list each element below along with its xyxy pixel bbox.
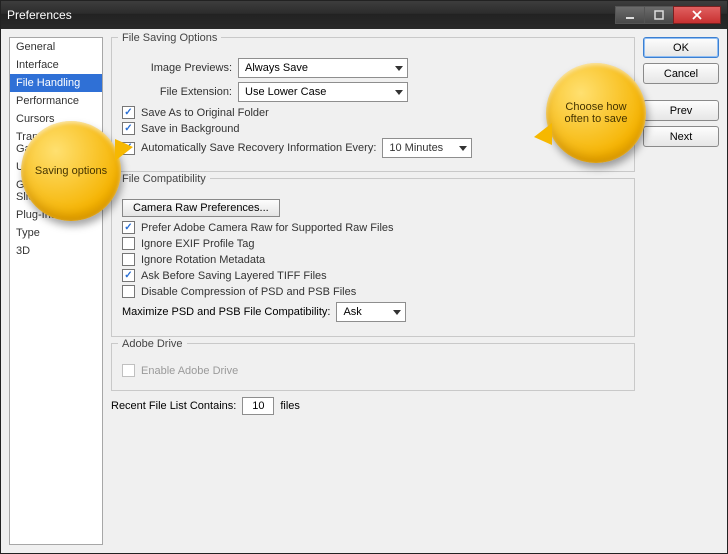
image-previews-select[interactable]: Always Save [238,58,408,78]
callout-choose-interval: Choose how often to save [546,63,646,163]
recent-files-suffix: files [280,400,300,412]
ignore-rotation-checkbox[interactable] [122,253,135,266]
enable-adobe-drive-label: Enable Adobe Drive [141,365,238,377]
chevron-down-icon [395,90,403,95]
ask-tiff-checkbox[interactable] [122,269,135,282]
sidebar-item-3d[interactable]: 3D [10,242,102,260]
recent-files-label: Recent File List Contains: [111,400,236,412]
enable-adobe-drive-checkbox [122,364,135,377]
maximize-compat-select[interactable]: Ask [336,302,406,322]
file-saving-legend: File Saving Options [118,32,221,44]
callout-tail-icon [534,123,552,145]
callout-saving-options: Saving options [21,121,121,221]
ignore-exif-checkbox[interactable] [122,237,135,250]
ignore-rotation-label: Ignore Rotation Metadata [141,254,265,266]
chevron-down-icon [459,146,467,151]
save-background-checkbox[interactable] [122,122,135,135]
save-original-label: Save As to Original Folder [141,107,269,119]
file-compatibility-legend: File Compatibility [118,173,210,185]
camera-raw-prefs-button[interactable]: Camera Raw Preferences... [122,199,280,217]
save-original-checkbox[interactable] [122,106,135,119]
next-button[interactable]: Next [643,126,719,147]
ask-tiff-label: Ask Before Saving Layered TIFF Files [141,270,327,282]
sidebar-item-interface[interactable]: Interface [10,56,102,74]
disable-psd-compression-label: Disable Compression of PSD and PSB Files [141,286,356,298]
cancel-button[interactable]: Cancel [643,63,719,84]
category-sidebar: General Interface File Handling Performa… [9,37,103,545]
maximize-compat-label: Maximize PSD and PSB File Compatibility: [122,306,330,318]
ok-button[interactable]: OK [643,37,719,58]
titlebar: Preferences [1,1,727,29]
adobe-drive-group: Adobe Drive Enable Adobe Drive [111,343,635,391]
window-title: Preferences [7,8,616,22]
prefer-raw-checkbox[interactable] [122,221,135,234]
recent-files-row: Recent File List Contains: 10 files [111,397,635,415]
close-button[interactable] [673,6,721,24]
sidebar-item-type[interactable]: Type [10,224,102,242]
prev-button[interactable]: Prev [643,100,719,121]
file-compatibility-group: File Compatibility Camera Raw Preference… [111,178,635,337]
file-extension-select[interactable]: Use Lower Case [238,82,408,102]
autosave-label: Automatically Save Recovery Information … [141,142,376,154]
adobe-drive-legend: Adobe Drive [118,338,187,350]
disable-psd-compression-checkbox[interactable] [122,285,135,298]
file-extension-label: File Extension: [122,86,232,98]
callout-tail-icon [115,139,133,161]
image-previews-label: Image Previews: [122,62,232,74]
sidebar-item-performance[interactable]: Performance [10,92,102,110]
prefer-raw-label: Prefer Adobe Camera Raw for Supported Ra… [141,222,394,234]
window-buttons [616,6,721,24]
autosave-interval-select[interactable]: 10 Minutes [382,138,472,158]
preferences-window: Preferences General Interface File Handl… [0,0,728,554]
chevron-down-icon [395,66,403,71]
recent-files-input[interactable]: 10 [242,397,274,415]
chevron-down-icon [393,310,401,315]
minimize-button[interactable] [615,6,645,24]
ignore-exif-label: Ignore EXIF Profile Tag [141,238,255,250]
sidebar-item-general[interactable]: General [10,38,102,56]
dialog-buttons-column: OK Cancel Prev Next [643,37,719,545]
save-background-label: Save in Background [141,123,239,135]
maximize-button[interactable] [644,6,674,24]
sidebar-item-file-handling[interactable]: File Handling [10,74,102,92]
